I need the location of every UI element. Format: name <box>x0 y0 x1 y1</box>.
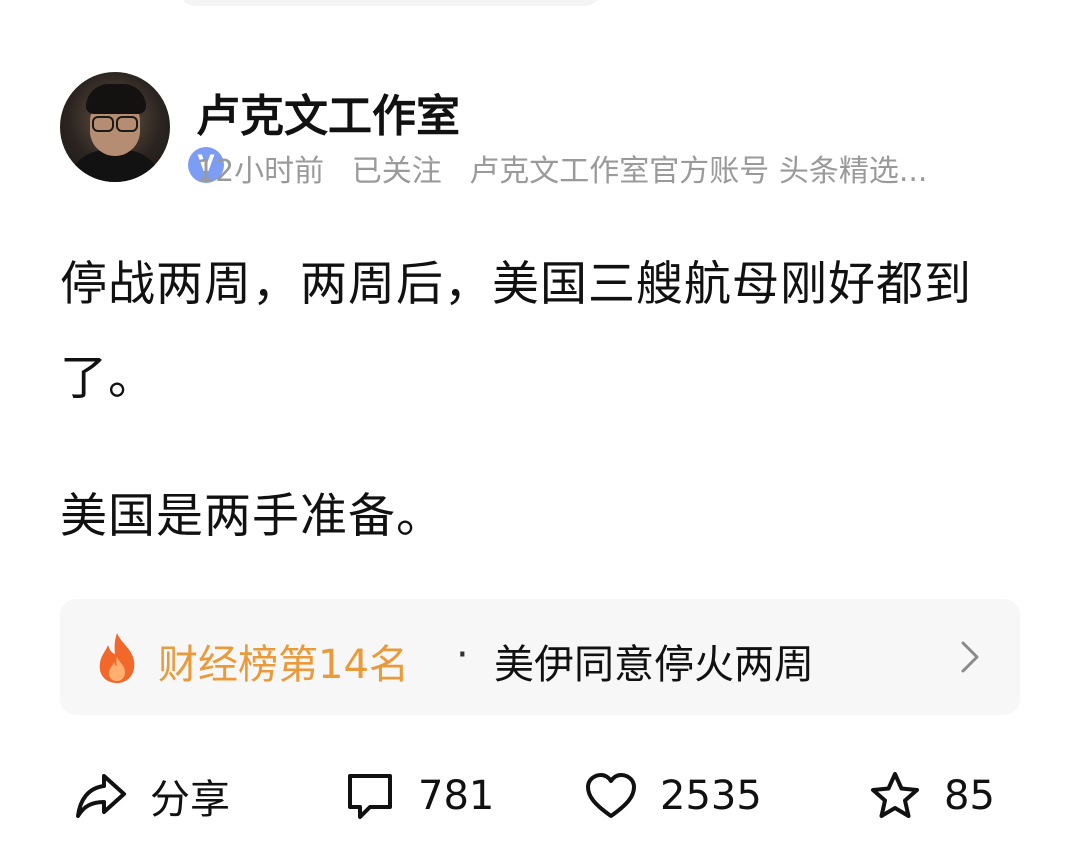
comment-count: 781 <box>418 773 495 819</box>
hot-topic-title: 美伊同意停火两周 <box>494 642 814 688</box>
favorite-count: 85 <box>944 773 995 819</box>
post-time: 12小时前 <box>196 154 325 189</box>
share-label: 分享 <box>150 777 230 823</box>
author-description: 卢克文工作室官方账号 头条精选... <box>469 154 928 189</box>
post-paragraph: 美国是两手准备。 <box>60 489 444 544</box>
post-paragraph: 停战两周，两周后，美国三艘航母刚好都到了。 <box>60 257 972 406</box>
like-count: 2535 <box>660 773 762 819</box>
hot-topic-card[interactable]: 财经榜第14名 · 美伊同意停火两周 <box>60 599 1020 715</box>
star-icon <box>871 772 919 818</box>
post-header: V 卢克文工作室 12小时前 已关注 卢克文工作室官方账号 头条精选... <box>60 72 1020 189</box>
comment-icon <box>348 774 392 819</box>
action-bar: 分享 781 2535 85 <box>60 764 1020 828</box>
heart-icon <box>586 773 636 818</box>
top-search-pill[interactable] <box>178 0 602 6</box>
comment-button[interactable]: 781 <box>344 764 494 828</box>
share-button[interactable]: 分享 <box>74 764 230 828</box>
post-meta: 12小时前 已关注 卢克文工作室官方账号 头条精选... <box>196 146 945 190</box>
share-icon <box>76 774 126 818</box>
flame-icon <box>99 633 135 683</box>
hot-rank-label: 财经榜第14名 <box>158 642 409 688</box>
separator-dot: · <box>456 632 469 678</box>
post-body: 停战两周，两周后，美国三艘航母刚好都到了。 美国是两手准备。 <box>60 238 1020 564</box>
follow-status[interactable]: 已关注 <box>352 154 442 189</box>
author-name[interactable]: 卢克文工作室 <box>196 80 460 144</box>
avatar[interactable] <box>60 72 170 182</box>
favorite-button[interactable]: 85 <box>868 764 995 828</box>
chevron-right-icon <box>961 641 979 673</box>
like-button[interactable]: 2535 <box>584 764 762 828</box>
